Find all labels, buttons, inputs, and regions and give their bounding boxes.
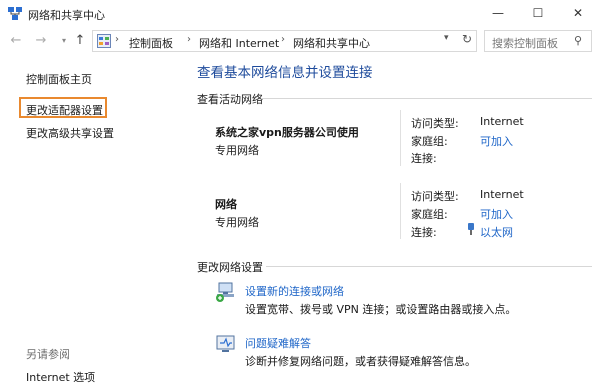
active-networks-heading: 查看活动网络 [197,93,263,106]
sidebar-link-internet-options[interactable]: Internet 选项 [26,369,95,385]
homegroup-link[interactable]: 可加入 [480,133,513,149]
new-connection-icon [216,282,234,302]
section-divider [266,266,592,267]
sidebar-link-change-adapter-settings[interactable]: 更改适配器设置 [26,102,103,118]
access-type-value: Internet [480,115,524,128]
setup-new-connection-link[interactable]: 设置新的连接或网络 [245,283,344,299]
network-name: 系统之家vpn服务器公司使用 [215,126,359,139]
homegroup-link[interactable]: 可加入 [480,206,513,222]
control-panel-icon [97,34,111,48]
network-category: 专用网络 [215,216,259,229]
homegroup-label: 家庭组: [411,208,448,221]
troubleshoot-link[interactable]: 问题疑难解答 [245,335,311,351]
up-arrow-icon[interactable]: ↑ [72,33,88,49]
troubleshoot-icon [216,335,235,352]
navigation-bar: ← → ▾ ↑ › 控制面板 › 网络和 Internet › 网络和共享中心 … [0,28,599,56]
network-center-icon [8,7,22,20]
close-button[interactable]: ✕ [558,0,598,26]
breadcrumb-network-internet[interactable]: 网络和 Internet [199,35,279,51]
access-type-value: Internet [480,188,524,201]
search-box[interactable]: 搜索控制面板 ⚲ [484,30,592,52]
vertical-divider [400,183,401,239]
access-type-label: 访问类型: [411,190,459,203]
connection-label: 连接: [411,226,437,239]
breadcrumb-separator-icon[interactable]: › [281,34,285,45]
forward-arrow-icon[interactable]: → [33,33,49,49]
see-also-heading: 另请参阅 [26,348,70,361]
maximize-button[interactable]: ☐ [518,0,558,26]
network-category: 专用网络 [215,144,259,157]
access-type-label: 访问类型: [411,117,459,130]
breadcrumb-separator-icon[interactable]: › [187,34,191,45]
troubleshoot-description: 诊断并修复网络问题，或者获得疑难解答信息。 [245,355,476,368]
recent-locations-chevron-icon[interactable]: ▾ [56,33,72,49]
section-divider [262,98,592,99]
search-input[interactable]: 搜索控制面板 [492,35,558,51]
back-arrow-icon[interactable]: ← [8,33,24,49]
ethernet-link[interactable]: 以太网 [480,224,513,240]
minimize-button[interactable]: — [478,0,518,26]
setup-new-connection-description: 设置宽带、拨号或 VPN 连接；或设置路由器或接入点。 [245,303,517,316]
breadcrumb-separator-icon[interactable]: › [115,34,119,45]
page-title: 查看基本网络信息并设置连接 [197,65,373,81]
breadcrumb-sharing-center[interactable]: 网络和共享中心 [293,35,370,51]
ethernet-icon [468,223,474,235]
breadcrumb-control-panel[interactable]: 控制面板 [129,35,173,51]
search-icon[interactable]: ⚲ [574,34,582,47]
sidebar-link-advanced-sharing[interactable]: 更改高级共享设置 [26,125,114,141]
title-bar: 网络和共享中心 — ☐ ✕ [0,0,599,28]
refresh-icon[interactable]: ↻ [462,32,472,46]
vertical-divider [400,110,401,166]
address-dropdown-chevron-icon[interactable]: ▾ [444,33,449,43]
address-bar[interactable]: › 控制面板 › 网络和 Internet › 网络和共享中心 [92,30,477,52]
connection-label: 连接: [411,152,437,165]
change-settings-heading: 更改网络设置 [197,261,263,274]
network-name: 网络 [215,198,237,211]
homegroup-label: 家庭组: [411,135,448,148]
window-title: 网络和共享中心 [28,9,105,22]
sidebar-link-control-panel-home[interactable]: 控制面板主页 [26,71,92,87]
